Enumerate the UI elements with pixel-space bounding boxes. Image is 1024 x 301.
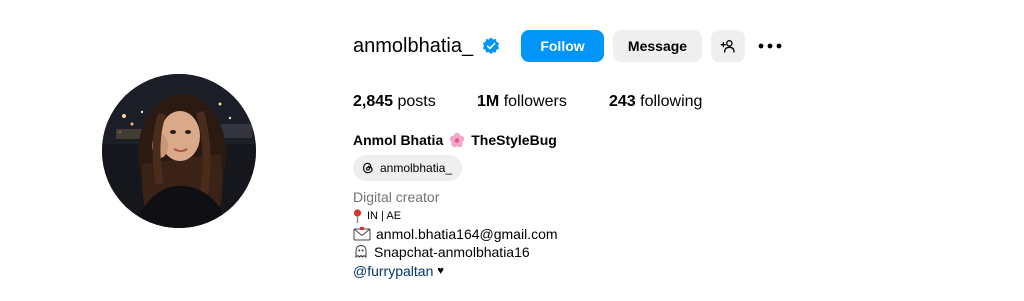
username: anmolbhatia_ [353, 35, 474, 57]
location-text: IN | AE [367, 210, 402, 222]
followers-label: followers [503, 93, 567, 110]
bio-mention: @furrypaltan ♥ [353, 262, 444, 280]
envelope-emoji [353, 227, 371, 241]
following-label: following [640, 93, 703, 110]
following-count: 243 [609, 93, 636, 110]
bio-location: IN | AE [353, 207, 401, 225]
followers-stat[interactable]: 1M followers [477, 91, 567, 113]
more-options-icon [758, 43, 782, 49]
bio-snapchat: Snapchat-anmolbhatia16 [353, 243, 530, 261]
heart-symbol: ♥ [437, 265, 444, 277]
pushpin-emoji [353, 209, 362, 223]
mention-link[interactable]: @furrypaltan [353, 262, 433, 280]
posts-label: posts [397, 93, 436, 110]
avatar-photo [102, 74, 256, 228]
flower-emoji [449, 132, 465, 148]
ghost-emoji [353, 244, 369, 260]
full-name-row: Anmol Bhatia TheStyleBug [353, 130, 557, 150]
profile-category: Digital creator [353, 189, 440, 205]
snapchat-text: Snapchat-anmolbhatia16 [374, 244, 530, 260]
threads-icon [361, 161, 380, 175]
bio-email: anmol.bhatia164@gmail.com [353, 225, 558, 243]
follow-button[interactable]: Follow [521, 30, 604, 62]
email-text: anmol.bhatia164@gmail.com [376, 226, 558, 242]
brand-name: TheStyleBug [471, 132, 557, 148]
message-button[interactable]: Message [613, 30, 702, 62]
add-person-icon [720, 38, 736, 54]
more-options-button[interactable] [755, 30, 785, 62]
profile-header-row: anmolbhatia_ [353, 30, 500, 62]
threads-handle: anmolbhatia_ [380, 161, 453, 175]
posts-count: 2,845 [353, 93, 394, 110]
followers-count: 1M [477, 93, 500, 110]
threads-badge[interactable]: anmolbhatia_ [353, 155, 463, 181]
profile-avatar[interactable] [102, 74, 256, 228]
verified-badge-icon [482, 37, 500, 55]
posts-stat: 2,845 posts [353, 91, 436, 113]
following-stat[interactable]: 243 following [609, 91, 702, 113]
full-name: Anmol Bhatia [353, 132, 444, 148]
suggested-accounts-button[interactable] [711, 30, 745, 62]
